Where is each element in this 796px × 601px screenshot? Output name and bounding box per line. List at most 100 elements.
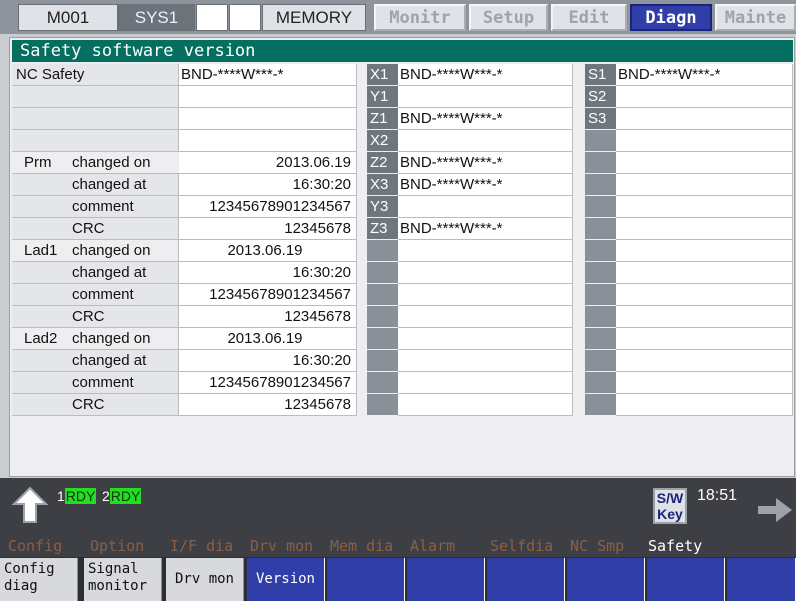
function-key-10[interactable] <box>727 558 796 601</box>
spindle-label: S3 <box>585 108 616 130</box>
row-value: 16:30:20 <box>179 262 357 284</box>
signal-monitor-line1: Signal <box>88 561 139 577</box>
rdy-indicator-2: 2RDY <box>102 487 142 505</box>
sw-key-button[interactable]: S/W Key <box>653 488 687 524</box>
row-value: 16:30:20 <box>179 174 357 196</box>
axis-version-empty <box>398 262 573 284</box>
menu-item-selfdia[interactable]: Selfdia <box>490 537 553 555</box>
axis-version: BND-****W***-* <box>398 64 573 86</box>
tab-edit[interactable]: Edit <box>551 4 627 31</box>
rdy-1-badge: RDY <box>64 488 97 504</box>
sw-key-line2: Key <box>657 506 683 522</box>
spindle-label-empty <box>585 306 616 328</box>
menu-item-mem-dia[interactable]: Mem dia <box>330 537 393 555</box>
menu-item-alarm[interactable]: Alarm <box>410 537 455 555</box>
menu-item-safety[interactable]: Safety <box>648 537 702 555</box>
table-row: Lad1 changed on <box>12 240 179 262</box>
axis-label-empty <box>367 372 398 394</box>
menu-item-option[interactable]: Option <box>90 537 144 555</box>
row-value: 2013.06.19 <box>179 328 357 350</box>
spindle-version-empty <box>616 350 793 372</box>
axis-label: X2 <box>367 130 398 152</box>
row-value: 12345678901234567 <box>179 196 357 218</box>
spindle-version-empty <box>616 328 793 350</box>
signal-monitor-button[interactable]: Signal monitor <box>84 558 162 601</box>
empty-label-row <box>12 86 179 108</box>
item-label: changed at <box>72 264 147 281</box>
return-arrow-icon[interactable] <box>10 486 50 526</box>
drv-mon-button[interactable]: Drv mon <box>166 558 244 601</box>
empty-label-row <box>12 130 179 152</box>
table-row: comment <box>12 196 179 218</box>
row-value: 16:30:20 <box>179 350 357 372</box>
row-value: 2013.06.19 <box>179 152 357 174</box>
function-key-5[interactable] <box>327 558 405 601</box>
menu-item-if-dia[interactable]: I/F dia <box>170 537 233 555</box>
axis-label: Z1 <box>367 108 398 130</box>
signal-monitor-line2: monitor <box>88 578 148 594</box>
spindle-label-empty <box>585 284 616 306</box>
menu-item-drv-mon[interactable]: Drv mon <box>250 537 313 555</box>
table-row: CRC <box>12 218 179 240</box>
clock: 18:51 <box>697 487 738 504</box>
item-label: changed on <box>72 154 151 171</box>
table-row: CRC <box>12 306 179 328</box>
row-value: 12345678 <box>179 394 357 416</box>
axis-label-empty <box>367 284 398 306</box>
spindle-version-empty <box>616 262 793 284</box>
axis-version <box>398 86 573 108</box>
axis-version-empty <box>398 350 573 372</box>
spindle-version-empty <box>616 284 793 306</box>
function-key-7[interactable] <box>487 558 565 601</box>
version-button[interactable]: Version <box>247 558 325 601</box>
config-diag-line2: diag <box>4 578 38 594</box>
spindle-version-empty <box>616 218 793 240</box>
table-row: comment <box>12 372 179 394</box>
item-label: changed at <box>72 352 147 369</box>
empty-label-row <box>12 108 179 130</box>
group-label: Prm <box>24 154 52 171</box>
config-diag-button[interactable]: Config diag <box>0 558 78 601</box>
group-label: Lad1 <box>24 242 58 259</box>
tab-diagn[interactable]: Diagn <box>630 4 712 31</box>
menu-item-nc-smp[interactable]: NC Smp <box>570 537 624 555</box>
table-row: changed at <box>12 350 179 372</box>
axis-label-empty <box>367 328 398 350</box>
item-label: CRC <box>72 308 105 325</box>
tab-setup[interactable]: Setup <box>469 4 548 31</box>
tab-monitr[interactable]: Monitr <box>374 4 466 31</box>
system-indicator: SYS1 <box>118 4 195 31</box>
rdy-2-number: 2 <box>102 488 110 504</box>
menu-item-config[interactable]: Config <box>8 537 62 555</box>
table-row: changed at <box>12 174 179 196</box>
spindle-version-empty <box>616 306 793 328</box>
empty-value-row <box>179 108 357 130</box>
spindle-version-empty <box>616 394 793 416</box>
function-key-9[interactable] <box>647 558 725 601</box>
status-blank-2 <box>229 4 261 31</box>
spindle-label-empty <box>585 174 616 196</box>
axis-label: Y1 <box>367 86 398 108</box>
rdy-1-number: 1 <box>57 488 65 504</box>
table-row: Prm changed on <box>12 152 179 174</box>
axis-version-empty <box>398 372 573 394</box>
spindle-label: S2 <box>585 86 616 108</box>
table-row: comment <box>12 284 179 306</box>
axis-label-empty <box>367 306 398 328</box>
spindle-version <box>616 86 793 108</box>
spindle-version-empty <box>616 174 793 196</box>
memory-indicator: MEMORY <box>262 4 366 31</box>
axis-version-empty <box>398 306 573 328</box>
next-arrow-icon[interactable] <box>758 498 792 522</box>
spindle-label-empty <box>585 152 616 174</box>
axis-version-empty <box>398 328 573 350</box>
spindle-version-empty <box>616 130 793 152</box>
row-value: 12345678901234567 <box>179 372 357 394</box>
tab-mainte[interactable]: Mainte <box>715 4 796 31</box>
axis-version-empty <box>398 394 573 416</box>
function-key-6[interactable] <box>407 558 485 601</box>
axis-version <box>398 196 573 218</box>
row-value: 12345678 <box>179 218 357 240</box>
item-label: changed on <box>72 330 151 347</box>
function-key-8[interactable] <box>567 558 645 601</box>
